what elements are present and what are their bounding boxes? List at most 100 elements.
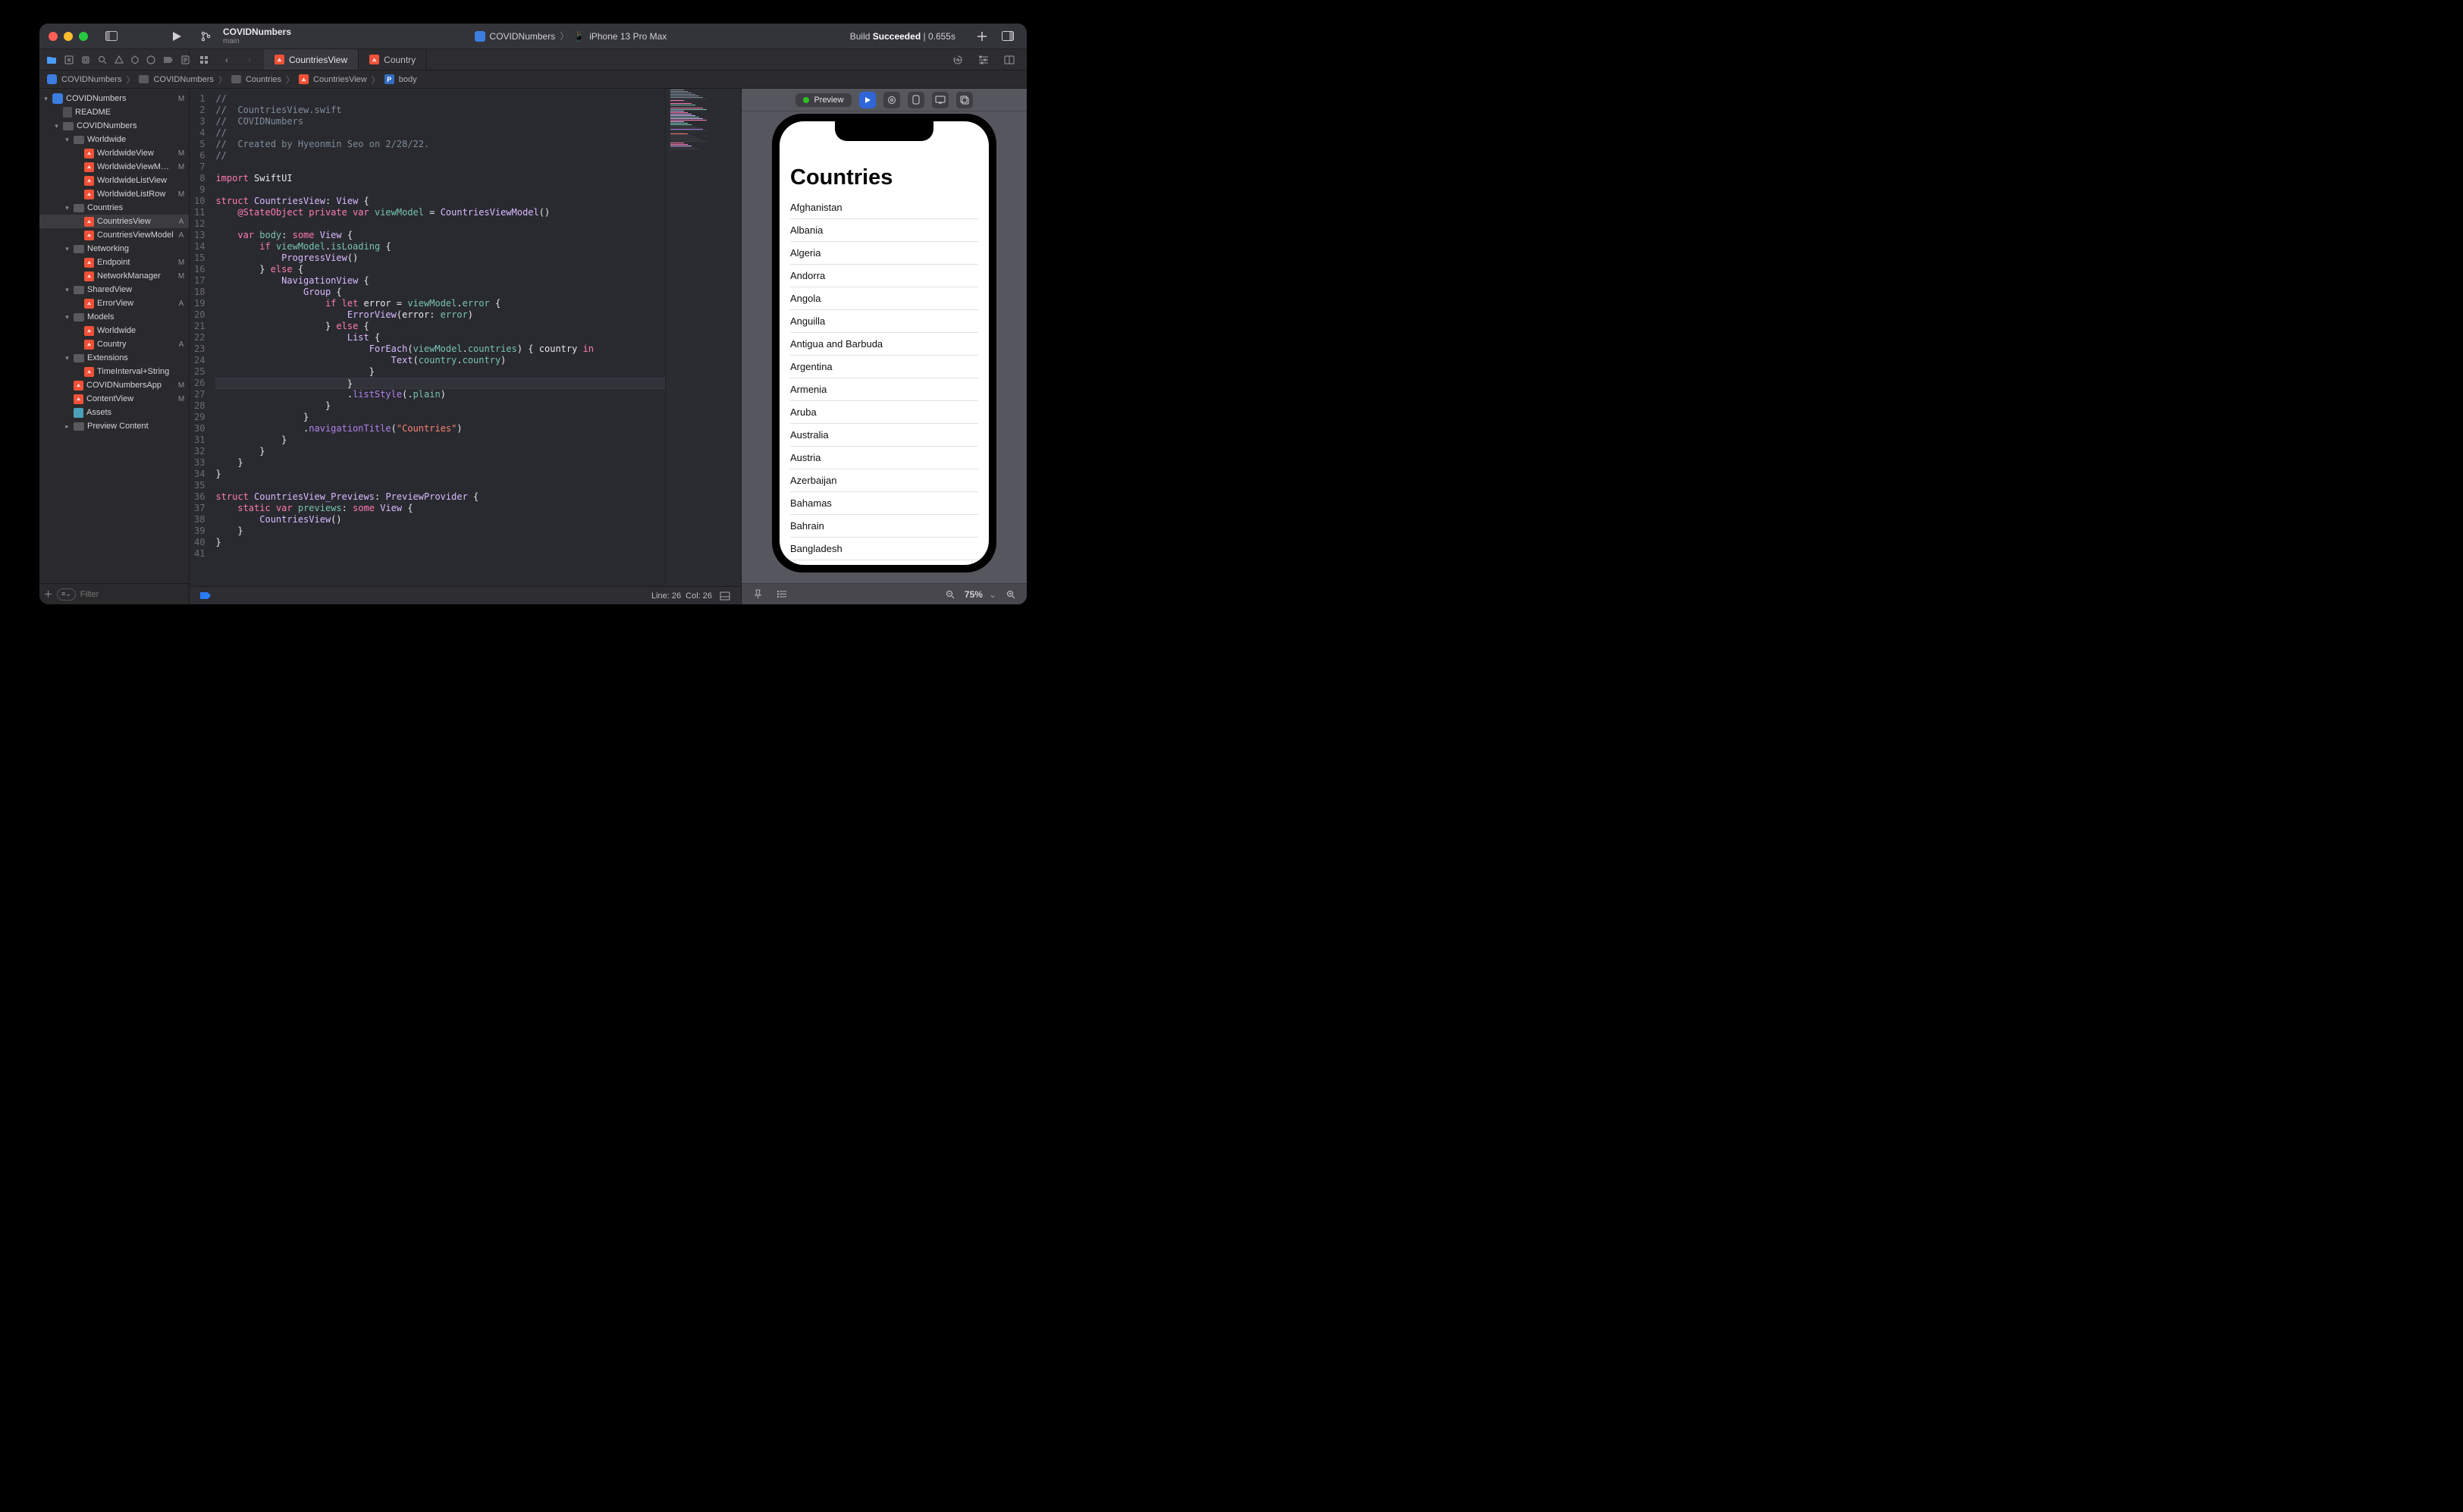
- tree-node[interactable]: ⟑CountryA: [39, 337, 189, 351]
- related-items-button[interactable]: [196, 52, 212, 68]
- tree-node[interactable]: ⟑WorldwideListView: [39, 174, 189, 187]
- debug-navigator-tab[interactable]: [146, 52, 155, 68]
- find-navigator-tab[interactable]: [98, 52, 107, 68]
- preview-list-row[interactable]: Bangladesh: [790, 538, 978, 560]
- add-file-button[interactable]: [44, 586, 52, 603]
- breakpoints-toggle-button[interactable]: [197, 588, 214, 604]
- tree-node[interactable]: ⟑EndpointM: [39, 256, 189, 269]
- tree-node[interactable]: ⟑CountriesViewA: [39, 215, 189, 228]
- pin-preview-button[interactable]: [749, 586, 766, 603]
- tree-node[interactable]: ▾COVIDNumbers: [39, 119, 189, 133]
- code-review-button[interactable]: [949, 52, 966, 68]
- preview-list-row[interactable]: Azerbaijan: [790, 469, 978, 492]
- add-editor-button[interactable]: [1001, 52, 1018, 68]
- tree-node[interactable]: ⟑WorldwideViewModelM: [39, 160, 189, 174]
- minimize-window-button[interactable]: [64, 32, 73, 41]
- toggle-inspector-button[interactable]: [999, 28, 1016, 45]
- preview-list-row[interactable]: Barbados: [790, 560, 978, 565]
- source-control-navigator-tab[interactable]: [64, 52, 74, 68]
- minimap[interactable]: [665, 89, 741, 586]
- tree-node[interactable]: ▾Networking: [39, 242, 189, 256]
- editor-tab[interactable]: ⟑CountriesView: [264, 49, 359, 70]
- preview-list-row[interactable]: Angola: [790, 287, 978, 310]
- preview-list-row[interactable]: Armenia: [790, 378, 978, 401]
- disclosure-triangle[interactable]: ▾: [64, 245, 71, 253]
- report-navigator-tab[interactable]: [181, 52, 190, 68]
- tree-node[interactable]: Assets: [39, 406, 189, 419]
- preview-list-row[interactable]: Albania: [790, 219, 978, 242]
- disclosure-triangle[interactable]: ▾: [53, 122, 60, 130]
- tree-node[interactable]: ⟑ErrorViewA: [39, 296, 189, 310]
- symbol-navigator-tab[interactable]: [81, 52, 90, 68]
- adjust-editor-button[interactable]: [975, 52, 992, 68]
- run-button[interactable]: [168, 28, 185, 45]
- zoom-in-button[interactable]: [1002, 586, 1019, 603]
- editor-tab[interactable]: ⟑Country: [359, 49, 427, 70]
- preview-list-row[interactable]: Bahamas: [790, 492, 978, 515]
- tree-node[interactable]: ⟑CountriesViewModelA: [39, 228, 189, 242]
- preview-list[interactable]: AfghanistanAlbaniaAlgeriaAndorraAngolaAn…: [790, 196, 978, 565]
- disclosure-triangle[interactable]: ▾: [64, 313, 71, 322]
- go-back-button[interactable]: ‹: [218, 52, 235, 68]
- zoom-out-button[interactable]: [942, 586, 959, 603]
- disclosure-triangle[interactable]: ▾: [42, 95, 49, 103]
- branch-icon[interactable]: [197, 28, 214, 45]
- preview-list-row[interactable]: Austria: [790, 447, 978, 469]
- tree-node[interactable]: ▾Countries: [39, 201, 189, 215]
- tree-node[interactable]: ▾Worldwide: [39, 133, 189, 146]
- filter-scope-pill[interactable]: ≡⌄: [57, 588, 76, 601]
- device-settings-button[interactable]: [908, 92, 924, 108]
- go-forward-button[interactable]: ›: [241, 52, 258, 68]
- tree-node[interactable]: ▾COVIDNumbersM: [39, 92, 189, 105]
- disclosure-triangle[interactable]: ▾: [64, 136, 71, 144]
- breakpoint-navigator-tab[interactable]: [163, 52, 174, 68]
- filter-input[interactable]: [80, 590, 188, 599]
- line-gutter[interactable]: 1234567891011121314151617181920212223242…: [190, 89, 211, 586]
- preview-status-pill[interactable]: Preview: [795, 93, 851, 107]
- tree-node[interactable]: ⟑ContentViewM: [39, 392, 189, 406]
- tree-node[interactable]: ▾SharedView: [39, 283, 189, 296]
- on-device-preview-button[interactable]: [932, 92, 949, 108]
- tree-node[interactable]: ▾Models: [39, 310, 189, 324]
- activity-viewer[interactable]: Build Succeeded | 0.655s: [850, 31, 955, 42]
- disclosure-triangle[interactable]: ▸: [64, 422, 71, 431]
- duplicate-preview-button[interactable]: [956, 92, 973, 108]
- tree-node[interactable]: ⟑WorldwideListRowM: [39, 187, 189, 201]
- project-branch-indicator[interactable]: COVIDNumbers main: [223, 27, 291, 45]
- code-area[interactable]: //// CountriesView.swift// COVIDNumbers/…: [211, 89, 665, 586]
- source-editor[interactable]: 1234567891011121314151617181920212223242…: [190, 89, 665, 586]
- tree-node[interactable]: ⟑Worldwide: [39, 324, 189, 337]
- add-button[interactable]: [974, 28, 990, 45]
- live-preview-button[interactable]: [859, 92, 876, 108]
- tree-node[interactable]: ▸Preview Content: [39, 419, 189, 433]
- disclosure-triangle[interactable]: ▾: [64, 204, 71, 212]
- project-navigator-tree[interactable]: ▾COVIDNumbersMREADME▾COVIDNumbers▾Worldw…: [39, 89, 189, 583]
- preview-list-row[interactable]: Afghanistan: [790, 196, 978, 219]
- disclosure-triangle[interactable]: ▾: [64, 354, 71, 362]
- inspect-preview-button[interactable]: [883, 92, 900, 108]
- tree-node[interactable]: ▾Extensions: [39, 351, 189, 365]
- toggle-debug-area-button[interactable]: [717, 588, 733, 604]
- tree-node[interactable]: ⟑COVIDNumbersAppM: [39, 378, 189, 392]
- jump-bar[interactable]: COVIDNumbers〉 COVIDNumbers〉 Countries〉 ⟑…: [39, 71, 1027, 89]
- preview-list-row[interactable]: Antigua and Barbuda: [790, 333, 978, 356]
- preview-list-row[interactable]: Anguilla: [790, 310, 978, 333]
- tree-node[interactable]: ⟑NetworkManagerM: [39, 269, 189, 283]
- zoom-window-button[interactable]: [79, 32, 88, 41]
- close-window-button[interactable]: [49, 32, 58, 41]
- preview-list-button[interactable]: [773, 586, 790, 603]
- tree-node[interactable]: ⟑WorldwideViewM: [39, 146, 189, 160]
- preview-list-row[interactable]: Bahrain: [790, 515, 978, 538]
- issue-navigator-tab[interactable]: [115, 52, 124, 68]
- preview-list-row[interactable]: Andorra: [790, 265, 978, 287]
- project-navigator-tab[interactable]: [47, 52, 57, 68]
- preview-canvas[interactable]: Countries AfghanistanAlbaniaAlgeriaAndor…: [742, 111, 1027, 583]
- preview-list-row[interactable]: Australia: [790, 424, 978, 447]
- test-navigator-tab[interactable]: [131, 52, 139, 68]
- preview-list-row[interactable]: Argentina: [790, 356, 978, 378]
- preview-list-row[interactable]: Aruba: [790, 401, 978, 424]
- toggle-navigator-button[interactable]: [102, 28, 121, 45]
- disclosure-triangle[interactable]: ▾: [64, 286, 71, 294]
- tree-node[interactable]: README: [39, 105, 189, 119]
- tree-node[interactable]: ⟑TimeInterval+String: [39, 365, 189, 378]
